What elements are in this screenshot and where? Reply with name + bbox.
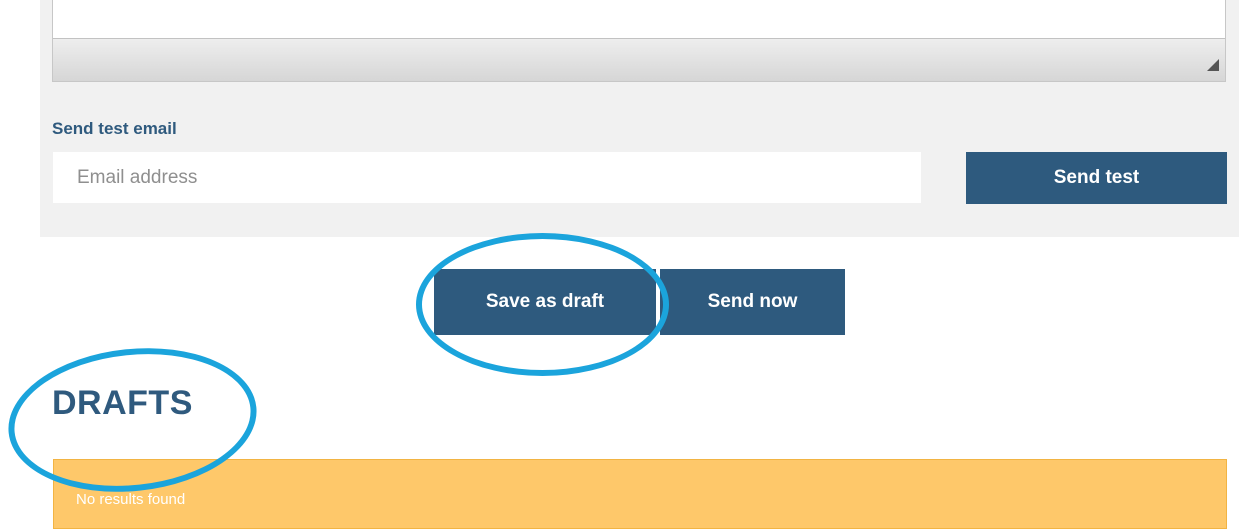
- page: Send test email Send test Save as draft …: [0, 0, 1239, 529]
- no-results-alert: No results found: [53, 459, 1227, 529]
- drafts-heading: DRAFTS: [52, 384, 193, 422]
- test-email-input[interactable]: [53, 152, 921, 203]
- no-results-message: No results found: [76, 491, 186, 508]
- textarea-status-bar: [53, 38, 1225, 81]
- send-now-button[interactable]: Send now: [660, 269, 845, 335]
- resize-handle-icon[interactable]: [1207, 59, 1219, 71]
- save-as-draft-button[interactable]: Save as draft: [434, 269, 656, 335]
- send-test-email-label: Send test email: [52, 119, 177, 138]
- message-body-textarea[interactable]: [52, 0, 1226, 82]
- send-test-button[interactable]: Send test: [966, 152, 1227, 204]
